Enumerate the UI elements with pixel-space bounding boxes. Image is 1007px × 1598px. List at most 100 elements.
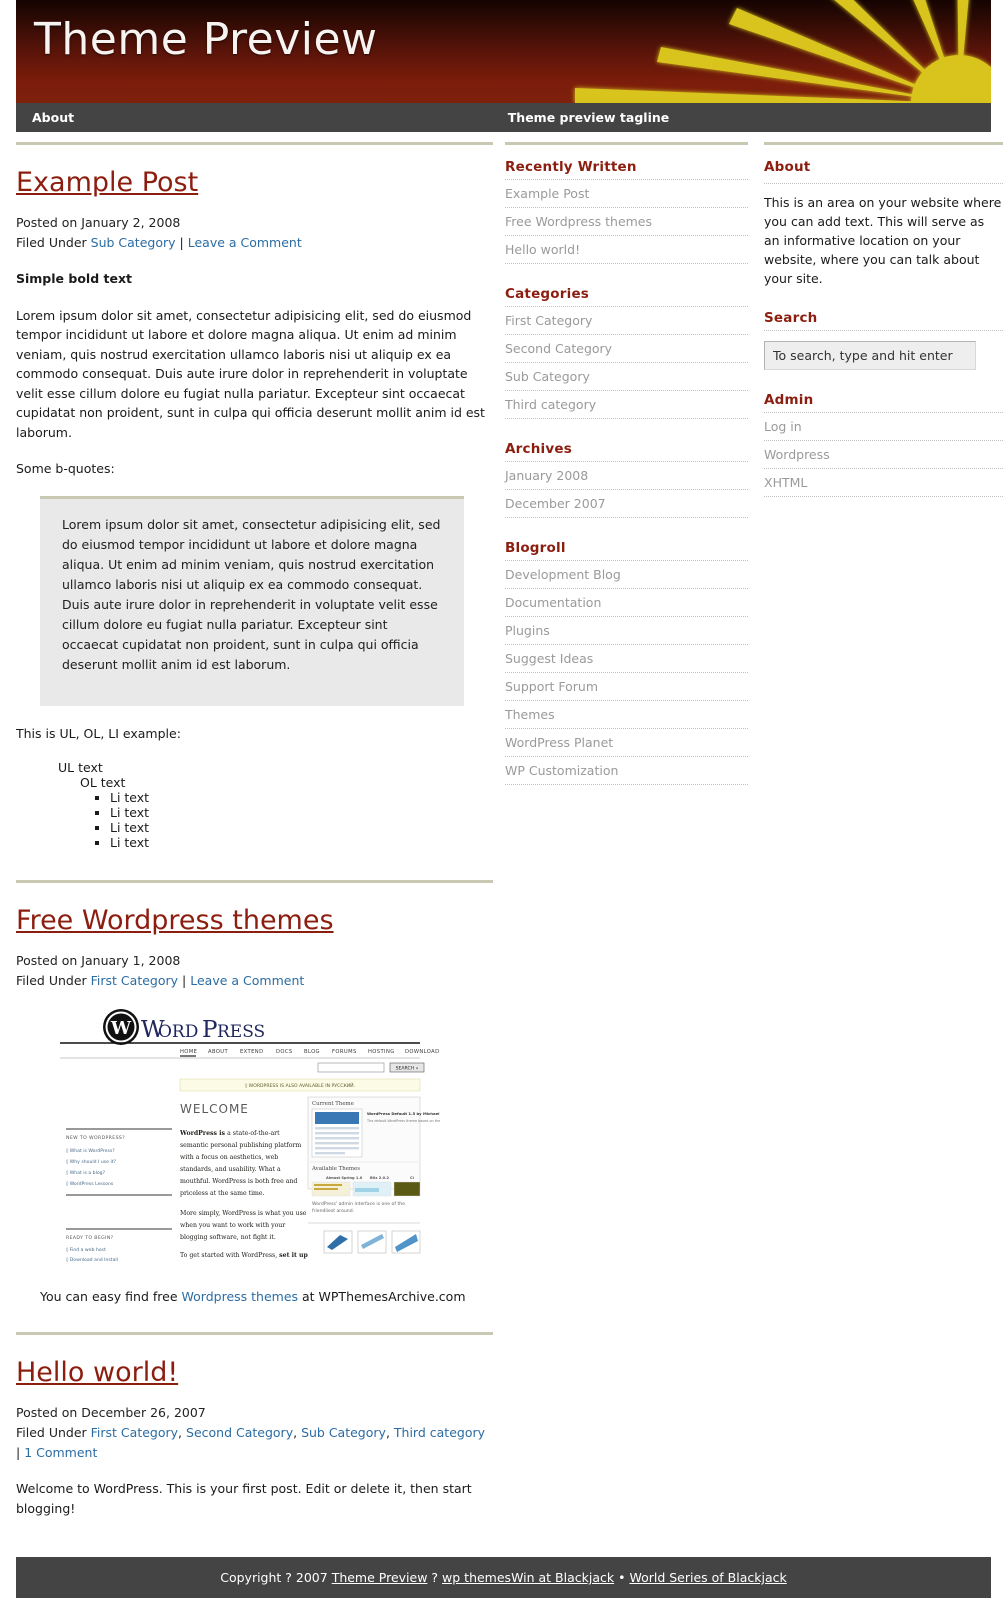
widget-link[interactable]: XHTML [764, 469, 1003, 496]
post-filed-under: Filed Under First Category, Second Categ… [16, 1423, 493, 1463]
widget-link[interactable]: Wordpress [764, 441, 1003, 468]
widget-link[interactable]: Second Category [505, 335, 748, 362]
list-item[interactable]: Hello world! [505, 236, 748, 264]
svg-text:◊ What is a blog?: ◊ What is a blog? [66, 1170, 106, 1176]
list-item[interactable]: Themes [505, 701, 748, 729]
list-item[interactable]: December 2007 [505, 490, 748, 518]
list-item[interactable]: Third category [505, 391, 748, 419]
widget-link[interactable]: Themes [505, 701, 748, 728]
widget-link[interactable]: WP Customization [505, 757, 748, 784]
ul-label: UL text [58, 760, 103, 775]
post-example-post: Example Post Posted on January 2, 2008 F… [16, 142, 493, 850]
meta-separator: | [179, 235, 184, 250]
filed-under-label: Filed Under [16, 235, 87, 250]
list-item[interactable]: Plugins [505, 617, 748, 645]
wp-screenshot-svg: W W ORD P RESS HOME ABOUT EXTEND DOCS BL… [40, 1007, 440, 1269]
post-paragraph: Welcome to WordPress. This is your first… [16, 1481, 472, 1516]
post-bold-heading: Simple bold text [16, 269, 493, 289]
post-title: Example Post [16, 167, 493, 198]
list-item[interactable]: WordPress Planet [505, 729, 748, 757]
post-title-link[interactable]: Example Post [16, 167, 198, 198]
category-link[interactable]: Second Category [186, 1425, 293, 1440]
widget-link[interactable]: Suggest Ideas [505, 645, 748, 672]
svg-text:The default WordPress theme ba: The default WordPress theme based on the… [366, 1119, 440, 1123]
category-link[interactable]: Sub Category [91, 235, 176, 250]
widget-admin: Admin Log in Wordpress XHTML [764, 392, 1003, 497]
category-link[interactable]: Third category [394, 1425, 485, 1440]
list-item[interactable]: Wordpress [764, 441, 1003, 469]
footer-link-world-series-blackjack[interactable]: World Series of Blackjack [629, 1570, 786, 1585]
svg-text:Available Themes: Available Themes [311, 1166, 360, 1172]
comments-link[interactable]: Leave a Comment [188, 235, 302, 250]
list-item[interactable]: Sub Category [505, 363, 748, 391]
widget-link[interactable]: Third category [505, 391, 748, 418]
list-item[interactable]: First Category [505, 306, 748, 335]
widget-link[interactable]: Hello world! [505, 236, 748, 263]
sidebar-secondary: About This is an area on your website wh… [764, 132, 1003, 519]
post-hello-world: Hello world! Posted on December 26, 2007… [16, 1332, 493, 1518]
footer-link-win-at-blackjack[interactable]: Win at Blackjack [511, 1570, 614, 1585]
search-input[interactable] [764, 341, 976, 370]
list-item[interactable]: Suggest Ideas [505, 645, 748, 673]
post-title-link[interactable]: Free Wordpress themes [16, 905, 334, 936]
list-item[interactable]: January 2008 [505, 461, 748, 490]
widget-recently-written: Recently Written Example Post Free Wordp… [505, 142, 748, 264]
comments-link[interactable]: 1 Comment [24, 1445, 97, 1460]
widget-link[interactable]: Example Post [505, 180, 748, 207]
nav-link-about[interactable]: About [32, 103, 88, 132]
caption-link[interactable]: Wordpress themes [182, 1289, 299, 1304]
widget-link[interactable]: Documentation [505, 589, 748, 616]
post-title-link[interactable]: Hello world! [16, 1357, 178, 1388]
blockquote-text: Lorem ipsum dolor sit amet, consectetur … [62, 516, 441, 672]
footer-link-theme-preview[interactable]: Theme Preview [332, 1570, 428, 1585]
widget-link[interactable]: Sub Category [505, 363, 748, 390]
list-item[interactable]: WP Customization [505, 757, 748, 785]
nav-menu: About [16, 103, 88, 132]
widget-link[interactable]: Log in [764, 413, 1003, 440]
ol-label: OL text [80, 775, 126, 790]
demo-inner-list: Li text Li text Li text Li text [80, 790, 493, 850]
widget-link[interactable]: WordPress Planet [505, 729, 748, 756]
filed-under-label: Filed Under [16, 973, 87, 988]
post-meta: Posted on January 2, 2008 Filed Under Su… [16, 213, 493, 253]
footer-separator: • [614, 1570, 630, 1585]
widget-link[interactable]: Development Blog [505, 561, 748, 588]
widget-link[interactable]: Support Forum [505, 673, 748, 700]
svg-text:blogging software, not fight i: blogging software, not fight it. [180, 1234, 276, 1241]
post-date: Posted on January 2, 2008 [16, 215, 181, 230]
category-link[interactable]: First Category [91, 973, 178, 988]
widget-link[interactable]: Plugins [505, 617, 748, 644]
widget-link[interactable]: December 2007 [505, 490, 748, 517]
category-link[interactable]: First Category [91, 1425, 178, 1440]
post-title: Free Wordpress themes [16, 905, 493, 936]
widget-archives: Archives January 2008 December 2007 [505, 441, 748, 518]
caption-before: You can easy find free [40, 1289, 182, 1304]
widget-link[interactable]: January 2008 [505, 462, 748, 489]
list-item[interactable]: Example Post [505, 179, 748, 208]
svg-text:WordPress' admin interface is: WordPress' admin interface is one of the [312, 1201, 405, 1207]
list-item[interactable]: XHTML [764, 469, 1003, 497]
svg-text:Blix 2.0.2: Blix 2.0.2 [370, 1176, 390, 1180]
svg-text:WELCOME: WELCOME [180, 1102, 249, 1116]
list-item: Li text [110, 820, 493, 835]
nav-item-about[interactable]: About [32, 103, 88, 132]
svg-text:semantic personal publishing p: semantic personal publishing platform [180, 1142, 301, 1149]
list-item[interactable]: Support Forum [505, 673, 748, 701]
list-item[interactable]: Free Wordpress themes [505, 208, 748, 236]
svg-text:READY TO BEGIN?: READY TO BEGIN? [66, 1235, 114, 1241]
widget-link[interactable]: Free Wordpress themes [505, 208, 748, 235]
list-item[interactable]: Development Blog [505, 560, 748, 589]
footer-link-wp-themes[interactable]: wp themes [442, 1570, 511, 1585]
widget-link[interactable]: First Category [505, 307, 748, 334]
post-body: Simple bold text Lorem ipsum dolor sit a… [16, 269, 493, 850]
list-item[interactable]: Documentation [505, 589, 748, 617]
list-item[interactable]: Second Category [505, 335, 748, 363]
comments-link[interactable]: Leave a Comment [190, 973, 304, 988]
svg-text:EXTEND: EXTEND [240, 1049, 263, 1055]
svg-text:RESS: RESS [217, 1022, 265, 1042]
category-link[interactable]: Sub Category [301, 1425, 386, 1440]
widget-list: Development Blog Documentation Plugins S… [505, 560, 748, 785]
svg-text:ORD: ORD [158, 1022, 198, 1042]
list-item[interactable]: Log in [764, 412, 1003, 441]
widget-title: About [764, 159, 811, 175]
